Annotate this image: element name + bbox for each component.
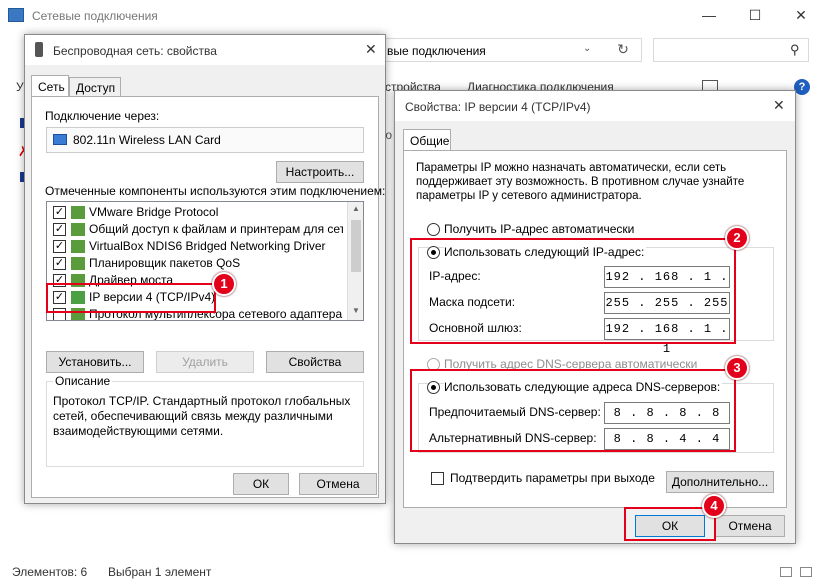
network-card-icon [53, 134, 67, 145]
address-bar[interactable]: вые подключения [380, 38, 642, 62]
protocol-icon [71, 240, 85, 253]
highlight-dns-settings [410, 369, 736, 452]
configure-button[interactable]: Настроить... [276, 161, 364, 183]
details-view-icon[interactable] [780, 567, 792, 577]
tab-general[interactable]: Общие [403, 129, 451, 151]
connect-via-label: Подключение через: [45, 109, 160, 123]
list-item-label: Общий доступ к файлам и принтерам для се… [89, 222, 343, 236]
description-label: Описание [53, 374, 113, 388]
description-group: Описание Протокол TCP/IP. Стандартный пр… [46, 374, 364, 467]
ok-button[interactable]: ОК [233, 473, 289, 495]
list-item-label: VirtualBox NDIS6 Bridged Networking Driv… [89, 239, 326, 253]
checkbox[interactable]: ✓ [53, 206, 66, 219]
search-icon[interactable]: ⚲ [790, 42, 800, 58]
dialog-title: Беспроводная сеть: свойства [53, 44, 217, 58]
maximize-button[interactable]: ☐ [732, 0, 778, 30]
toolbar-letter: У [16, 80, 24, 94]
adapter-name: 802.11n Wireless LAN Card [73, 133, 221, 147]
protocol-icon [71, 223, 85, 236]
step-badge-2: 2 [725, 226, 749, 250]
highlight-ok-button [624, 507, 716, 541]
wifi-properties-dialog: Беспроводная сеть: свойства ✕ Сеть Досту… [24, 34, 386, 504]
chevron-down-icon[interactable]: ⌄ [583, 43, 591, 54]
highlight-ip-settings [410, 238, 736, 344]
minimize-button[interactable]: — [686, 0, 732, 30]
refresh-icon[interactable]: ↻ [613, 41, 633, 59]
tab-sharing[interactable]: Доступ [69, 77, 121, 97]
list-item[interactable]: ✓ VMware Bridge Protocol [53, 204, 343, 221]
validate-label[interactable]: Подтвердить параметры при выходе [450, 471, 655, 485]
list-item-label: VMware Bridge Protocol [89, 205, 219, 219]
adapter-box: 802.11n Wireless LAN Card [46, 127, 364, 153]
list-item[interactable]: ✓ Общий доступ к файлам и принтерам для … [53, 221, 343, 238]
search-input[interactable] [653, 38, 809, 62]
remove-button: Удалить [156, 351, 254, 373]
description-text: Протокол TCP/IP. Стандартный протокол гл… [53, 394, 351, 438]
auto-ip-label[interactable]: Получить IP-адрес автоматически [444, 222, 634, 236]
step-badge-1: 1 [212, 272, 236, 296]
auto-ip-radio[interactable] [427, 223, 440, 236]
scroll-up-icon[interactable]: ▲ [352, 204, 360, 213]
protocol-icon [71, 206, 85, 219]
dialog-title: Свойства: IP версии 4 (TCP/IPv4) [405, 100, 591, 114]
list-item[interactable]: ✓ Планировщик пакетов QoS [53, 255, 343, 272]
dialog-titlebar: Беспроводная сеть: свойства ✕ [25, 35, 385, 65]
list-item-label: Планировщик пакетов QoS [89, 256, 241, 270]
step-badge-4: 4 [702, 494, 726, 518]
tab-network[interactable]: Сеть [31, 75, 69, 97]
checkbox[interactable]: ✓ [53, 223, 66, 236]
protocol-icon [71, 257, 85, 270]
close-icon[interactable]: ✕ [773, 97, 785, 114]
checkbox[interactable]: ✓ [53, 240, 66, 253]
status-selected: Выбран 1 элемент [108, 565, 212, 579]
checkbox[interactable]: ✓ [53, 257, 66, 270]
explorer-title: Сетевые подключения [32, 9, 158, 23]
help-icon[interactable]: ? [794, 79, 810, 95]
list-item[interactable]: ✓ VirtualBox NDIS6 Bridged Networking Dr… [53, 238, 343, 255]
status-count: Элементов: 6 [12, 565, 88, 579]
scroll-thumb[interactable] [351, 220, 361, 272]
validate-checkbox[interactable] [431, 472, 444, 485]
components-label: Отмеченные компоненты используются этим … [45, 184, 386, 198]
scroll-down-icon[interactable]: ▼ [352, 306, 360, 315]
tiles-view-icon[interactable] [800, 567, 812, 577]
cancel-button[interactable]: Отмена [715, 515, 785, 537]
octet: 1 [662, 342, 672, 356]
intro-text: Параметры IP можно назначать автоматичес… [416, 162, 745, 202]
scrollbar[interactable]: ▲ ▼ [347, 202, 363, 320]
close-icon[interactable]: ✕ [365, 41, 377, 58]
highlight-ipv4 [46, 283, 216, 313]
dialog-titlebar: Свойства: IP версии 4 (TCP/IPv4) ✕ [395, 91, 795, 121]
cancel-button[interactable]: Отмена [299, 473, 377, 495]
properties-button[interactable]: Свойства [266, 351, 364, 373]
wifi-adapter-icon [35, 42, 43, 57]
step-badge-3: 3 [725, 356, 749, 380]
close-icon[interactable]: ✕ [778, 0, 824, 30]
install-button[interactable]: Установить... [46, 351, 144, 373]
folder-icon [8, 8, 24, 22]
advanced-button[interactable]: Дополнительно... [666, 471, 774, 493]
